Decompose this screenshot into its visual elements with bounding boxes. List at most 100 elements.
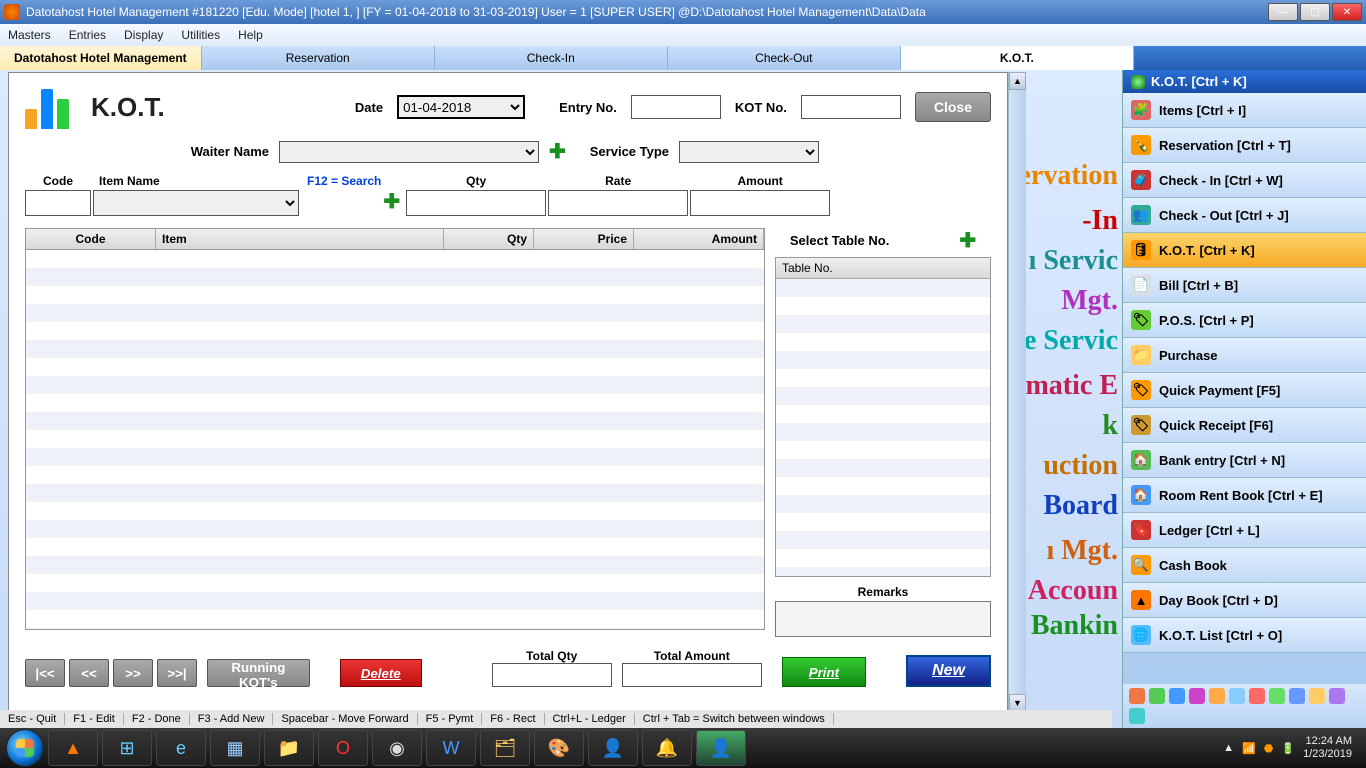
sidebar-item[interactable]: 🍾Reservation [Ctrl + T] bbox=[1123, 128, 1366, 163]
table-row[interactable] bbox=[26, 574, 764, 592]
add-item-icon[interactable]: ✚ bbox=[383, 189, 400, 214]
sidebar-item[interactable]: 🏷Quick Receipt [F6] bbox=[1123, 408, 1366, 443]
taskbar-opera-icon[interactable]: O bbox=[318, 730, 368, 766]
totalqty-input[interactable] bbox=[492, 663, 612, 687]
mini-icon[interactable] bbox=[1189, 688, 1205, 704]
mini-icon[interactable] bbox=[1129, 708, 1145, 724]
sidebar-item[interactable]: 🧩Items [Ctrl + I] bbox=[1123, 93, 1366, 128]
sidebar-item[interactable]: 📄Bill [Ctrl + B] bbox=[1123, 268, 1366, 303]
sidebar-item[interactable]: ▲Day Book [Ctrl + D] bbox=[1123, 583, 1366, 618]
start-button[interactable] bbox=[6, 729, 44, 767]
table-row[interactable] bbox=[26, 628, 764, 630]
menu-utilities[interactable]: Utilities bbox=[181, 28, 220, 42]
tab-app[interactable]: Datotahost Hotel Management bbox=[0, 46, 202, 70]
tab-reservation[interactable]: Reservation bbox=[202, 46, 435, 70]
tray-network-icon[interactable]: 📶 bbox=[1242, 742, 1256, 755]
itemname-select[interactable] bbox=[93, 190, 299, 216]
table-row[interactable] bbox=[776, 531, 990, 549]
totalamount-input[interactable] bbox=[622, 663, 762, 687]
table-row[interactable] bbox=[776, 297, 990, 315]
new-button[interactable]: New bbox=[906, 655, 991, 687]
mini-icon[interactable] bbox=[1309, 688, 1325, 704]
taskbar-ie-icon[interactable]: e bbox=[156, 730, 206, 766]
table-row[interactable] bbox=[26, 286, 764, 304]
taskbar-app-icon[interactable]: 👤 bbox=[588, 730, 638, 766]
kotno-input[interactable] bbox=[801, 95, 901, 119]
sidebar-item[interactable]: 🏷P.O.S. [Ctrl + P] bbox=[1123, 303, 1366, 338]
maximize-button[interactable]: ▢ bbox=[1300, 3, 1330, 21]
table-row[interactable] bbox=[776, 513, 990, 531]
taskbar-word-icon[interactable]: W bbox=[426, 730, 476, 766]
table-row[interactable] bbox=[26, 412, 764, 430]
table-row[interactable] bbox=[776, 405, 990, 423]
table-row[interactable] bbox=[776, 369, 990, 387]
table-row[interactable] bbox=[26, 358, 764, 376]
menu-masters[interactable]: Masters bbox=[8, 28, 51, 42]
tray-up-icon[interactable]: ▲ bbox=[1223, 742, 1234, 754]
table-row[interactable] bbox=[26, 538, 764, 556]
close-button[interactable]: Close bbox=[915, 92, 991, 122]
table-row[interactable] bbox=[776, 549, 990, 567]
rate-input[interactable] bbox=[548, 190, 688, 216]
tab-checkin[interactable]: Check-In bbox=[435, 46, 668, 70]
menu-display[interactable]: Display bbox=[124, 28, 163, 42]
entryno-input[interactable] bbox=[631, 95, 721, 119]
add-waiter-icon[interactable]: ✚ bbox=[549, 139, 566, 164]
date-select[interactable]: 01-04-2018 bbox=[397, 95, 525, 119]
table-row[interactable] bbox=[776, 441, 990, 459]
sidebar-item[interactable]: 🏠Bank entry [Ctrl + N] bbox=[1123, 443, 1366, 478]
taskbar-app-icon[interactable]: ▦ bbox=[210, 730, 260, 766]
table-row[interactable] bbox=[26, 394, 764, 412]
mini-icon[interactable] bbox=[1149, 688, 1165, 704]
table-row[interactable] bbox=[776, 477, 990, 495]
mini-icon[interactable] bbox=[1129, 688, 1145, 704]
mini-icon[interactable] bbox=[1289, 688, 1305, 704]
sidebar-item[interactable]: 📁Purchase bbox=[1123, 338, 1366, 373]
remarks-input[interactable] bbox=[775, 601, 991, 637]
sidebar-item[interactable]: 🔖Ledger [Ctrl + L] bbox=[1123, 513, 1366, 548]
delete-button[interactable]: Delete bbox=[340, 659, 422, 687]
qty-input[interactable] bbox=[406, 190, 546, 216]
table-grid[interactable]: Table No. bbox=[775, 257, 991, 577]
taskbar-app-icon[interactable]: ⊞ bbox=[102, 730, 152, 766]
grid-body[interactable] bbox=[25, 250, 765, 630]
scroll-up-icon[interactable]: ▲ bbox=[1009, 72, 1026, 90]
sidebar-item[interactable]: 🌐K.O.T. List [Ctrl + O] bbox=[1123, 618, 1366, 653]
menu-help[interactable]: Help bbox=[238, 28, 263, 42]
table-row[interactable] bbox=[26, 556, 764, 574]
mini-icon[interactable] bbox=[1249, 688, 1265, 704]
taskbar-bell-icon[interactable]: 🔔 bbox=[642, 730, 692, 766]
window-close-button[interactable]: ✕ bbox=[1332, 3, 1362, 21]
waiter-select[interactable] bbox=[279, 141, 539, 163]
table-row[interactable] bbox=[26, 322, 764, 340]
table-row[interactable] bbox=[26, 340, 764, 358]
table-row[interactable] bbox=[776, 495, 990, 513]
running-kots-button[interactable]: Running KOT's bbox=[207, 659, 310, 687]
nav-last-button[interactable]: >>| bbox=[157, 659, 197, 687]
table-row[interactable] bbox=[26, 466, 764, 484]
system-clock[interactable]: 12:24 AM 1/23/2019 bbox=[1303, 735, 1352, 761]
table-row[interactable] bbox=[26, 376, 764, 394]
table-row[interactable] bbox=[26, 610, 764, 628]
scrollbar[interactable]: ▲ ▼ bbox=[1008, 72, 1026, 712]
taskbar-paint-icon[interactable]: 🎨 bbox=[534, 730, 584, 766]
nav-prev-button[interactable]: << bbox=[69, 659, 109, 687]
table-row[interactable] bbox=[776, 567, 990, 577]
table-row[interactable] bbox=[26, 304, 764, 322]
print-button[interactable]: Print bbox=[782, 657, 866, 687]
taskbar-chrome-icon[interactable]: ◉ bbox=[372, 730, 422, 766]
tab-checkout[interactable]: Check-Out bbox=[668, 46, 901, 70]
tray-battery-icon[interactable]: 🔋 bbox=[1281, 742, 1295, 755]
table-row[interactable] bbox=[26, 250, 764, 268]
table-row[interactable] bbox=[26, 484, 764, 502]
menu-entries[interactable]: Entries bbox=[69, 28, 106, 42]
sidebar-item[interactable]: 🔍Cash Book bbox=[1123, 548, 1366, 583]
table-row[interactable] bbox=[26, 502, 764, 520]
taskbar-notes-icon[interactable]: 🗂 bbox=[480, 730, 530, 766]
table-row[interactable] bbox=[776, 315, 990, 333]
amount-input[interactable] bbox=[690, 190, 830, 216]
nav-first-button[interactable]: |<< bbox=[25, 659, 65, 687]
taskbar-vlc-icon[interactable]: ▲ bbox=[48, 730, 98, 766]
table-row[interactable] bbox=[776, 459, 990, 477]
mini-icon[interactable] bbox=[1209, 688, 1225, 704]
